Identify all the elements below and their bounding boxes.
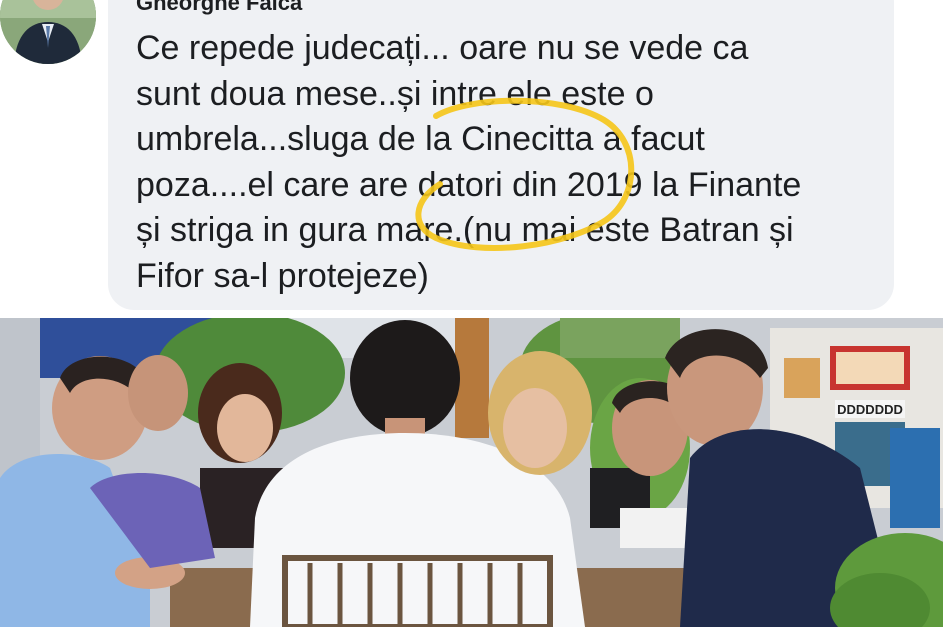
comment-row: Gheorghe Falca Ce repede judecați... oar… [0, 0, 943, 318]
shop-sign-text: DDDDDDD [837, 402, 903, 417]
restaurant-photo: DDDDDDD [0, 318, 943, 627]
photo: DDDDDDD [0, 318, 943, 627]
comment-text: Ce repede judecați... oare nu se vede ca… [136, 26, 876, 299]
person-avatar-icon [0, 0, 96, 64]
comment-line: și striga in gura mare.(nu mai este Batr… [136, 211, 794, 249]
comment-line: sunt doua mese..și intre ele este o [136, 74, 654, 113]
comment-line: umbrela...sluga de la Cinecitta a facut [136, 120, 705, 158]
comment-line: Fifor sa-l protejeze) [136, 256, 429, 295]
screenshot: Gheorghe Falca Ce repede judecați... oar… [0, 0, 943, 627]
avatar[interactable] [0, 0, 96, 64]
comment-line: Ce repede judecați... oare nu se vede ca [136, 29, 749, 67]
comment-author[interactable]: Gheorghe Falca [136, 0, 302, 16]
comment-line: poza....el care are datori din 2019 la F… [136, 165, 802, 204]
